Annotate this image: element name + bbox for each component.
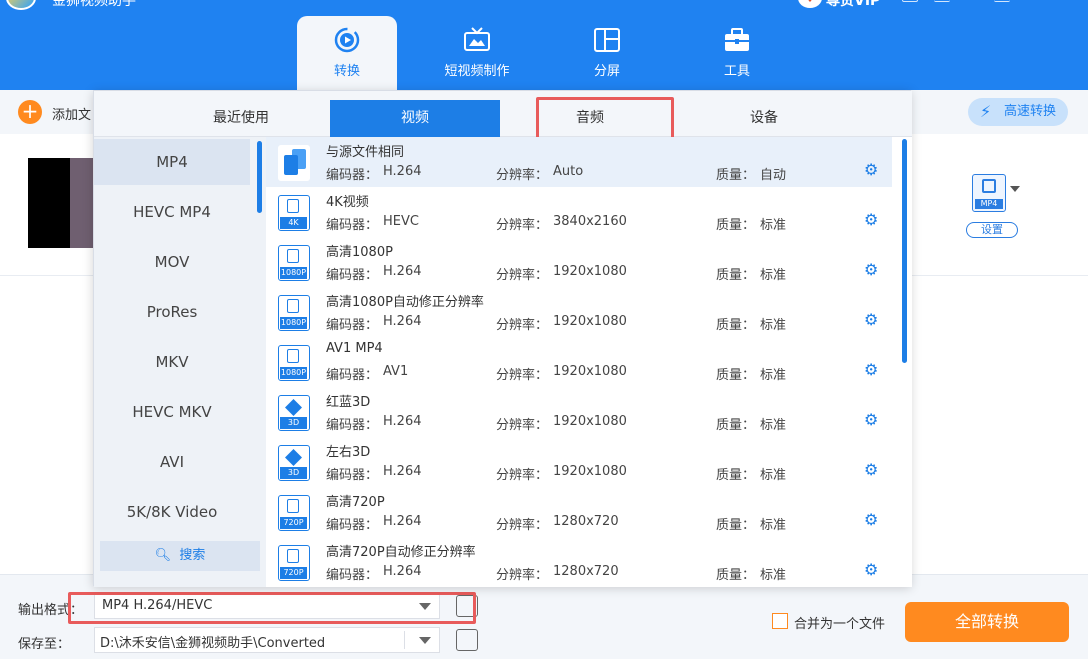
nav-tab-split-screen[interactable]: 分屏: [557, 16, 657, 90]
format-item-mov[interactable]: MOV: [94, 239, 250, 285]
save-to-label: 保存至：: [18, 637, 71, 652]
output-format-label: 输出格式：: [18, 603, 84, 618]
preset-item[interactable]: 720P 高清720P 编码器： H.264 分辨率： 1280x720 质量：…: [266, 487, 892, 537]
search-icon: 🔍︎: [154, 548, 172, 563]
gear-icon[interactable]: ⚙: [864, 212, 880, 228]
format-list: MP4 HEVC MP4 MOV ProRes MKV HEVC MKV AVI…: [94, 137, 266, 587]
preset-item[interactable]: 3D 左右3D 编码器： H.264 分辨率： 1920x1080 质量： 标准…: [266, 437, 892, 487]
nav-tab-short-video[interactable]: 短视频制作: [427, 16, 527, 90]
gear-icon[interactable]: ⚙: [864, 162, 880, 178]
film-icon: 4K: [278, 195, 310, 231]
film-icon: 1080P: [278, 295, 310, 331]
film-icon: 1080P: [278, 345, 310, 381]
chevron-down-icon[interactable]: [1010, 186, 1020, 192]
gear-icon[interactable]: ⚙: [864, 562, 880, 578]
merge-checkbox[interactable]: [772, 613, 788, 629]
format-search-button[interactable]: 🔍︎ 搜索: [100, 541, 260, 571]
film-icon: 720P: [278, 545, 310, 581]
film-icon: [982, 179, 996, 193]
preset-list: 与源文件相同 编码器： H.264 分辨率： Auto 质量： 自动 ⚙ 4K …: [266, 137, 912, 587]
format-item-5k-8k[interactable]: 5K/8K Video: [94, 489, 250, 535]
app-title: 金狮视频助手: [52, 0, 136, 9]
preset-item[interactable]: 4K 4K视频 编码器： HEVC 分辨率： 3840x2160 质量： 标准 …: [266, 187, 892, 237]
film-icon: 1080P: [278, 245, 310, 281]
preset-item[interactable]: 1080P 高清1080P自动修正分辨率 编码器： H.264 分辨率： 192…: [266, 287, 892, 337]
gear-icon[interactable]: ⚙: [864, 462, 880, 478]
message-icon[interactable]: [902, 0, 918, 2]
split-screen-icon: [594, 28, 620, 52]
format-item-avi[interactable]: AVI: [94, 439, 250, 485]
tab-device[interactable]: 设备: [679, 100, 849, 137]
format-item-hevc-mkv[interactable]: HEVC MKV: [94, 389, 250, 435]
toolbox-icon: [725, 28, 749, 51]
output-format-select[interactable]: MP4 H.264/HEVC: [94, 593, 440, 619]
folder-icon[interactable]: [456, 629, 478, 651]
gear-icon[interactable]: ⚙: [864, 512, 880, 528]
gear-icon[interactable]: ⚙: [864, 362, 880, 378]
nav-tab-convert[interactable]: 转换: [297, 16, 397, 90]
cube-icon: 3D: [278, 445, 310, 481]
format-category-tabs: 最近使用 视频 音频 设备: [94, 91, 912, 137]
app-header: 金狮视频助手 转换 短视频制作 分屏 工具 尊贵VIP: [0, 0, 1088, 90]
high-speed-convert-button[interactable]: ⚡ 高速转换: [968, 98, 1068, 126]
tab-recent[interactable]: 最近使用: [156, 100, 326, 137]
vip-badge-icon: ♥: [798, 0, 822, 8]
tab-audio[interactable]: 音频: [505, 100, 675, 137]
nav-tab-tools[interactable]: 工具: [687, 16, 787, 90]
vip-label[interactable]: 尊贵VIP: [826, 0, 880, 10]
nav-tab-label: 短视频制作: [444, 64, 510, 79]
gear-icon[interactable]: ⚙: [864, 262, 880, 278]
minimize-icon[interactable]: [994, 0, 1010, 2]
chevron-down-icon: [419, 603, 431, 610]
format-settings-icon[interactable]: [456, 595, 478, 617]
cube-icon: 3D: [278, 395, 310, 431]
nav-tab-label: 转换: [333, 64, 360, 79]
convert-icon: [334, 27, 360, 53]
video-thumbnail[interactable]: [28, 158, 98, 248]
preset-item[interactable]: 与源文件相同 编码器： H.264 分辨率： Auto 质量： 自动 ⚙: [266, 137, 892, 187]
output-format-icon[interactable]: MP4: [972, 174, 1006, 212]
save-path-select[interactable]: D:\沐禾安信\金狮视频助手\Converted: [94, 627, 440, 653]
format-item-hevc-mp4[interactable]: HEVC MP4: [94, 189, 250, 235]
app-logo: [6, 0, 36, 10]
format-list-scrollbar[interactable]: [257, 141, 262, 213]
preset-item[interactable]: 720P 高清720P自动修正分辨率 编码器： H.264 分辨率： 1280x…: [266, 537, 892, 587]
preset-item[interactable]: 3D 红蓝3D 编码器： H.264 分辨率： 1920x1080 质量： 标准…: [266, 387, 892, 437]
format-item-prores[interactable]: ProRes: [94, 289, 250, 335]
gear-icon[interactable]: ⚙: [864, 312, 880, 328]
film-icon: 720P: [278, 495, 310, 531]
format-item-mkv[interactable]: MKV: [94, 339, 250, 385]
preset-item[interactable]: 1080P 高清1080P 编码器： H.264 分辨率： 1920x1080 …: [266, 237, 892, 287]
preset-item[interactable]: 1080P AV1 MP4 编码器： AV1 分辨率： 1920x1080 质量…: [266, 337, 892, 387]
nav-tab-label: 分屏: [593, 64, 620, 79]
close-icon[interactable]: [1052, 0, 1068, 2]
convert-all-button[interactable]: 全部转换: [905, 602, 1069, 642]
format-item-mp4[interactable]: MP4: [94, 139, 250, 185]
lightning-icon: ⚡: [980, 102, 992, 121]
merge-label[interactable]: 合并为一个文件: [794, 613, 885, 632]
gear-icon[interactable]: ⚙: [864, 412, 880, 428]
tab-video[interactable]: 视频: [330, 100, 500, 137]
nav-tab-label: 工具: [723, 64, 750, 79]
header-right-area: ♥ 尊贵VIP: [798, 0, 1088, 10]
format-dropdown: 最近使用 视频 音频 设备 MP4 HEVC MP4 MOV ProRes MK…: [93, 90, 912, 587]
file-settings-button[interactable]: 设置: [966, 222, 1018, 238]
preset-list-scrollbar[interactable]: [902, 139, 907, 363]
same-source-icon: [278, 145, 310, 181]
tv-icon: [464, 27, 490, 51]
add-file-label[interactable]: 添加文: [52, 104, 91, 123]
chevron-down-icon: [419, 637, 431, 644]
menu-icon[interactable]: [934, 0, 950, 2]
add-file-icon[interactable]: +: [18, 100, 42, 124]
